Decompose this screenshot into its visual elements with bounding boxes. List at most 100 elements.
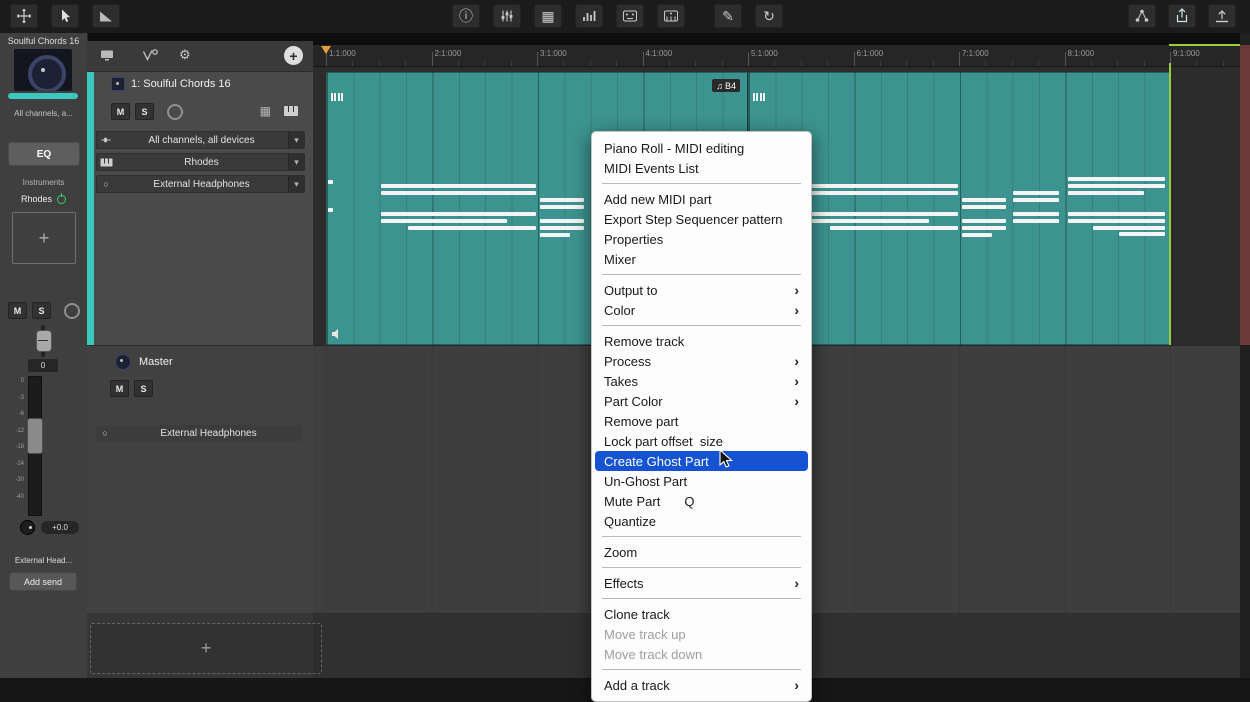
meter-handle[interactable]: [27, 418, 43, 454]
fade-tool-button[interactable]: [92, 4, 120, 28]
power-icon[interactable]: [57, 195, 66, 204]
menu-item-clone-track[interactable]: Clone track: [595, 604, 808, 624]
track-output-label: External Headphones: [115, 179, 288, 190]
menu-item-part-color[interactable]: Part Color›: [595, 391, 808, 411]
menu-shortcut: Q: [684, 494, 694, 509]
pointer-tool-button[interactable]: [51, 4, 79, 28]
menu-item-properties[interactable]: Properties: [595, 229, 808, 249]
track-name-row: 1: Soulful Chords 16: [111, 77, 231, 91]
rack-button[interactable]: ▦: [534, 4, 562, 28]
arrangement-end-marker[interactable]: [1169, 63, 1171, 345]
midi-controller-button[interactable]: [616, 4, 644, 28]
midi-note: [1068, 177, 1165, 181]
midi-note: [803, 212, 958, 216]
meter-button[interactable]: [575, 4, 603, 28]
menu-item-midi-events-list[interactable]: MIDI Events List: [595, 158, 808, 178]
scrollbar-thumb[interactable]: [1240, 45, 1250, 345]
track-mute-button[interactable]: M: [111, 103, 130, 120]
menu-divider: [602, 598, 801, 599]
menu-divider: [602, 567, 801, 568]
midi-note: [1068, 212, 1165, 216]
add-plugin-dropzone[interactable]: +: [12, 212, 76, 264]
menu-item-process[interactable]: Process›: [595, 351, 808, 371]
track-color-bar: [8, 93, 78, 99]
fader-handle[interactable]: [36, 330, 52, 352]
export-button[interactable]: [1208, 4, 1236, 28]
mute-button[interactable]: M: [8, 302, 27, 319]
track-record-arm-button[interactable]: [167, 104, 183, 120]
top-toolbar: ⓘ ▦: [0, 0, 1250, 34]
instrument-row[interactable]: Rhodes: [0, 194, 87, 204]
menu-item-add-a-track[interactable]: Add a track›: [595, 675, 808, 695]
pencil-tool-button[interactable]: ✎: [714, 4, 742, 28]
highest-note-label: B4: [725, 81, 736, 91]
track-instrument-select[interactable]: Rhodes ▾: [96, 153, 305, 171]
midi-device-button[interactable]: [657, 4, 685, 28]
volume-fader[interactable]: [30, 325, 56, 357]
master-name: Master: [139, 356, 173, 368]
automation-button[interactable]: [141, 47, 159, 63]
record-arm-button[interactable]: [64, 303, 80, 319]
menu-item-takes[interactable]: Takes›: [595, 371, 808, 391]
menu-item-export-step-sequencer-pattern[interactable]: Export Step Sequencer pattern: [595, 209, 808, 229]
track-output-select[interactable]: ○ External Headphones ▾: [96, 175, 305, 193]
master-mute-button[interactable]: M: [110, 380, 129, 397]
meter-scale-label: -40: [0, 494, 24, 500]
loop-button[interactable]: ↻: [755, 4, 783, 28]
grid-view-icon[interactable]: ▦: [260, 104, 271, 118]
piano-view-icon[interactable]: [283, 105, 299, 117]
menu-item-zoom[interactable]: Zoom: [595, 542, 808, 562]
master-output-select[interactable]: ○ External Headphones: [96, 425, 303, 441]
midi-note: [803, 219, 929, 223]
midi-note: [338, 93, 340, 101]
pan-knob[interactable]: [20, 520, 35, 535]
menu-item-create-ghost-part[interactable]: Create Ghost Part: [595, 451, 808, 471]
track-input-select[interactable]: All channels, all devices ▾: [96, 131, 305, 149]
share-button[interactable]: [1168, 4, 1196, 28]
menu-item-output-to[interactable]: Output to›: [595, 280, 808, 300]
menu-item-un-ghost-part[interactable]: Un-Ghost Part: [595, 471, 808, 491]
inspector-track-title: Soulful Chords 16: [0, 36, 87, 46]
monitor-button[interactable]: [99, 47, 115, 63]
pencil-icon: ✎: [722, 9, 734, 23]
track-panel-toolbar: ⚙ +: [87, 41, 313, 72]
playhead-marker[interactable]: [321, 46, 331, 54]
midi-note: [1093, 226, 1164, 230]
speaker-icon[interactable]: [331, 328, 343, 340]
midi-note: [962, 219, 1006, 223]
mixer-button[interactable]: [493, 4, 521, 28]
inspector-mute-solo-row: M S: [8, 302, 80, 319]
menu-item-quantize[interactable]: Quantize: [595, 511, 808, 531]
timeline-ruler[interactable]: 1:1:0002:1:0003:1:0004:1:0005:1:0006:1:0…: [313, 45, 1240, 67]
master-solo-button[interactable]: S: [134, 380, 153, 397]
menu-item-remove-part[interactable]: Remove part: [595, 411, 808, 431]
move-tool-button[interactable]: [10, 4, 38, 28]
solo-button[interactable]: S: [32, 302, 51, 319]
meter-scale-label: -6: [0, 411, 24, 417]
track-solo-button[interactable]: S: [135, 103, 154, 120]
menu-item-lock-part-offset-size[interactable]: Lock part offset size: [595, 431, 808, 451]
ruler-marker: 1:1:000: [329, 49, 356, 58]
vertical-scrollbar[interactable]: [1240, 33, 1250, 678]
menu-item-remove-track[interactable]: Remove track: [595, 331, 808, 351]
menu-item-move-track-down[interactable]: Move track down: [595, 644, 808, 664]
settings-button[interactable]: ⚙: [179, 47, 191, 63]
menu-item-effects[interactable]: Effects›: [595, 573, 808, 593]
midi-note: [1068, 219, 1165, 223]
track-instrument-label: Rhodes: [115, 157, 288, 168]
eq-button[interactable]: EQ: [8, 142, 80, 166]
info-button[interactable]: ⓘ: [452, 4, 480, 28]
track-thumbnail: [111, 77, 125, 91]
menu-item-move-track-up[interactable]: Move track up: [595, 624, 808, 644]
menu-item-piano-roll-midi-editing[interactable]: Piano Roll - MIDI editing: [595, 138, 808, 158]
macros-button[interactable]: [1128, 4, 1156, 28]
master-track-header[interactable]: Master M S ○ External Headphones: [87, 345, 313, 614]
new-track-dropzone[interactable]: +: [90, 623, 322, 674]
menu-item-color[interactable]: Color›: [595, 300, 808, 320]
add-track-button[interactable]: +: [284, 46, 303, 65]
menu-item-mixer[interactable]: Mixer: [595, 249, 808, 269]
menu-item-add-new-midi-part[interactable]: Add new MIDI part: [595, 189, 808, 209]
menu-item-mute-part[interactable]: Mute PartQ: [595, 491, 808, 511]
track-header-1[interactable]: 1: Soulful Chords 16 M S ▦ All channels,…: [87, 72, 313, 345]
add-send-button[interactable]: Add send: [9, 572, 77, 591]
